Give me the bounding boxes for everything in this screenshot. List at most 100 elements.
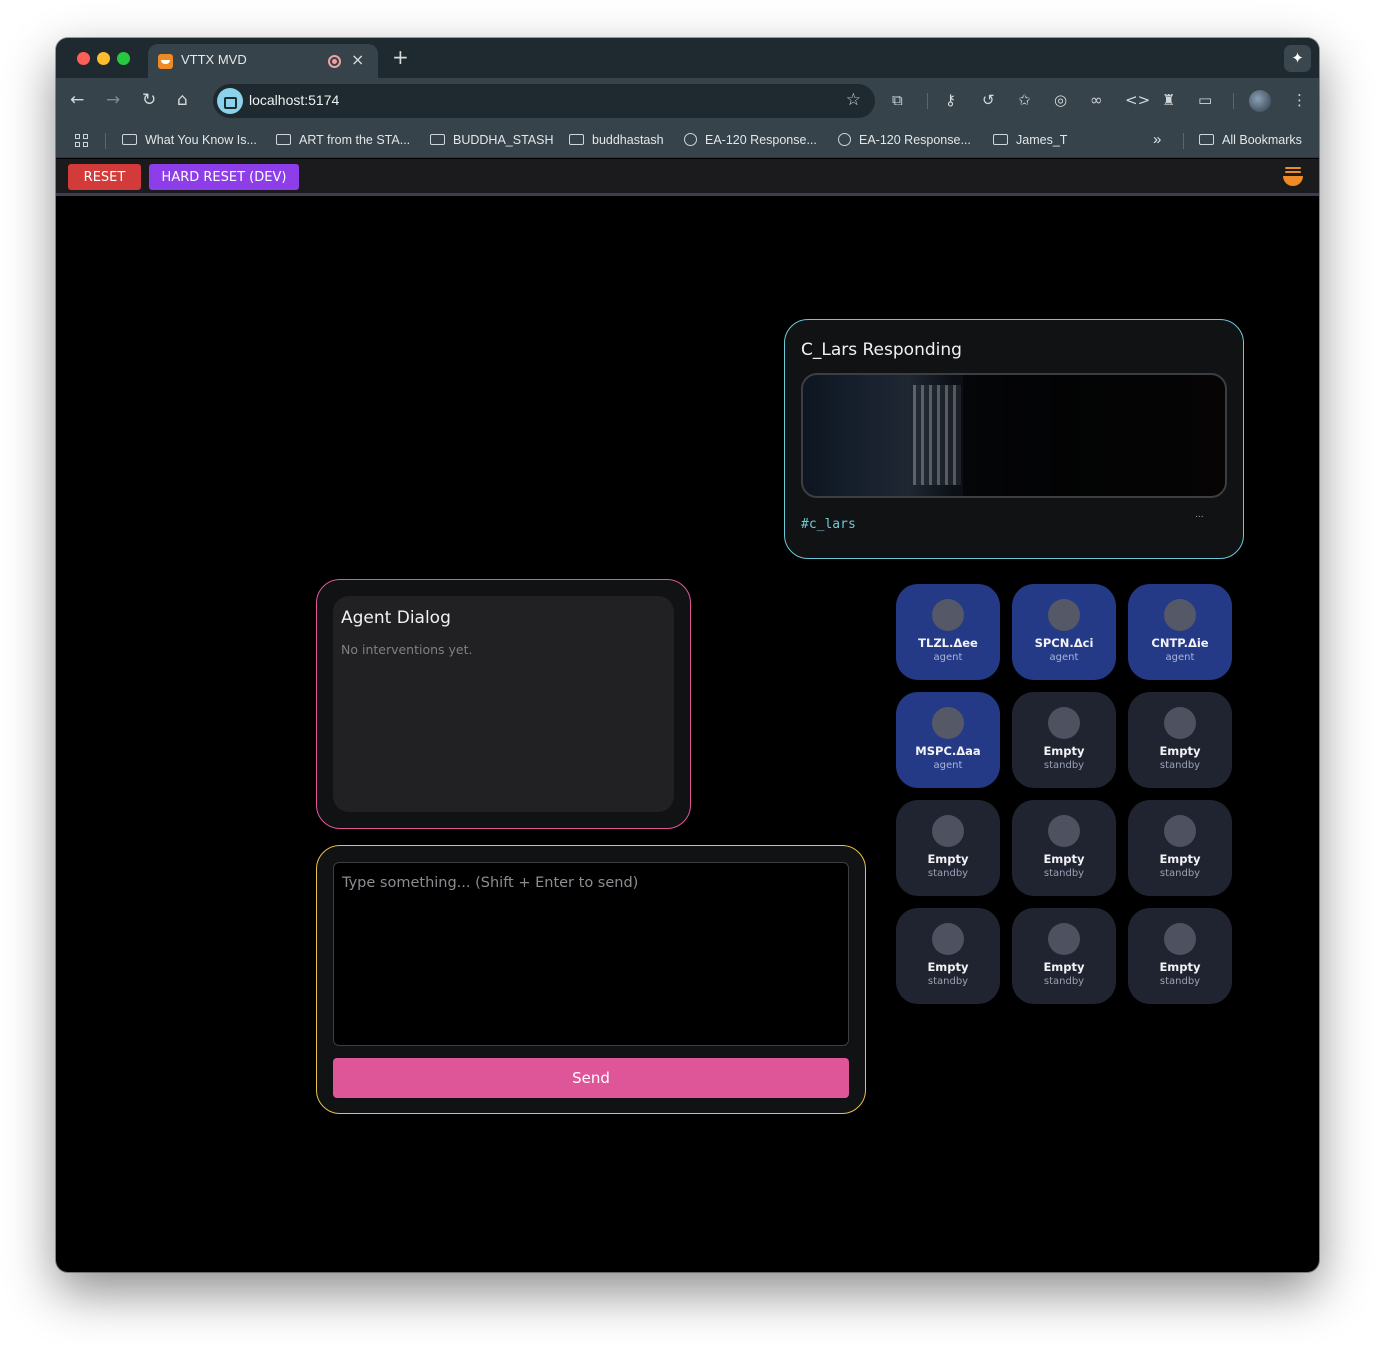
bookmark-item[interactable]: EA-120 Response... xyxy=(684,133,817,147)
menu-kebab-icon[interactable]: ⋮ xyxy=(1292,90,1307,110)
agent-slot[interactable]: Empty standby xyxy=(1128,908,1232,1004)
agent-name: Empty xyxy=(1159,852,1201,866)
hard-reset-button[interactable]: HARD RESET (DEV) xyxy=(149,164,299,190)
reset-button[interactable]: RESET xyxy=(68,164,141,190)
minimize-window-button[interactable] xyxy=(97,52,110,65)
bookmark-item[interactable]: ART from the STA... xyxy=(276,133,410,147)
bookmarks-overflow-icon[interactable]: » xyxy=(1153,131,1161,148)
extensions-puzzle-icon[interactable]: ⧉ xyxy=(892,90,903,110)
browser-toolbar: ← → ↻ ⌂ localhost:5174 ☆ ⧉ ⚷ ↺ ✩ ◎ ∞ <> … xyxy=(56,78,1319,124)
bookmark-item[interactable]: EA-120 Response... xyxy=(838,133,971,147)
agent-name: CNTP.Δie xyxy=(1151,636,1209,650)
folder-icon xyxy=(569,134,584,145)
bookmark-item[interactable]: BUDDHA_STASH xyxy=(430,133,553,147)
toolbar-divider xyxy=(1233,93,1234,109)
agent-name: MSPC.Δaa xyxy=(915,744,981,758)
agent-slot[interactable]: Empty standby xyxy=(1128,800,1232,896)
agent-name: Empty xyxy=(927,852,969,866)
agent-avatar xyxy=(1164,707,1196,739)
bookmark-star-icon[interactable]: ☆ xyxy=(846,90,861,110)
message-input[interactable] xyxy=(333,862,849,1046)
address-bar[interactable]: localhost:5174 ☆ xyxy=(213,84,875,118)
maximize-window-button[interactable] xyxy=(117,52,130,65)
toolbar-divider xyxy=(927,93,928,109)
agent-avatar xyxy=(1164,599,1196,631)
tab-vttx-mvd[interactable]: VTTX MVD × xyxy=(148,44,378,78)
agent-slot[interactable]: Empty standby xyxy=(1012,908,1116,1004)
agent-dialog-title: Agent Dialog xyxy=(341,608,451,628)
agent-avatar xyxy=(932,707,964,739)
video-feed xyxy=(801,373,1227,498)
agent-slot[interactable]: Empty standby xyxy=(1012,800,1116,896)
responding-title: C_Lars Responding xyxy=(801,340,962,360)
agent-dialog-log: Agent Dialog No interventions yet. xyxy=(333,596,674,812)
agent-slot[interactable]: CNTP.Δie agent xyxy=(1128,584,1232,680)
app-favicon-icon xyxy=(158,54,173,69)
agent-role: standby xyxy=(1159,760,1201,771)
tab-search-icon[interactable]: ▭ xyxy=(1198,90,1212,110)
code-icon[interactable]: <> xyxy=(1125,90,1150,110)
agent-role: standby xyxy=(1043,760,1085,771)
forward-arrow-icon[interactable]: → xyxy=(106,90,120,110)
agent-slot[interactable]: TLZL.Δee agent xyxy=(896,584,1000,680)
agent-dialog-panel: Agent Dialog No interventions yet. xyxy=(316,579,691,829)
browser-window: VTTX MVD × + ✦ ← → ↻ ⌂ localhost:5174 ☆ … xyxy=(56,38,1319,1272)
new-tab-button[interactable]: + xyxy=(392,45,409,69)
close-tab-icon[interactable]: × xyxy=(351,50,364,69)
home-icon[interactable]: ⌂ xyxy=(177,90,188,110)
all-bookmarks-folder[interactable]: All Bookmarks xyxy=(1199,133,1302,147)
agent-role: standby xyxy=(927,868,969,879)
reload-icon[interactable]: ↻ xyxy=(142,90,156,110)
agent-role: standby xyxy=(1159,976,1201,987)
globe-icon xyxy=(684,133,697,146)
agent-role: agent xyxy=(933,652,963,663)
agent-role: agent xyxy=(1049,652,1079,663)
agent-role: standby xyxy=(1043,976,1085,987)
agent-name: Empty xyxy=(927,960,969,974)
bookmark-item[interactable]: What You Know Is... xyxy=(122,133,257,147)
typing-indicator: ... xyxy=(1195,510,1204,520)
agent-slot-grid: TLZL.Δee agent SPCN.Δci agent CNTP.Δie agen… xyxy=(896,584,1236,1004)
agent-role: standby xyxy=(1043,868,1085,879)
agent-slot[interactable]: Empty standby xyxy=(896,800,1000,896)
folder-icon xyxy=(122,134,137,145)
send-button[interactable]: Send xyxy=(333,1058,849,1098)
agent-avatar xyxy=(1164,815,1196,847)
close-window-button[interactable] xyxy=(77,52,90,65)
agent-avatar xyxy=(1164,923,1196,955)
bookmarks-bar: What You Know Is... ART from the STA... … xyxy=(56,124,1319,158)
agent-slot[interactable]: Empty standby xyxy=(1012,692,1116,788)
agent-role: agent xyxy=(933,760,963,771)
password-key-icon[interactable]: ⚷ xyxy=(945,90,956,110)
profile-avatar[interactable] xyxy=(1249,90,1271,112)
bookmark-item[interactable]: James_T xyxy=(993,133,1067,147)
tab-title: VTTX MVD xyxy=(181,52,247,67)
link-icon[interactable]: ∞ xyxy=(1090,90,1103,110)
agent-slot[interactable]: Empty standby xyxy=(1128,692,1232,788)
screenshot-icon[interactable]: ◎ xyxy=(1054,90,1067,110)
folder-icon xyxy=(1199,134,1214,145)
agent-slot[interactable]: MSPC.Δaa agent xyxy=(896,692,1000,788)
responding-panel: C_Lars Responding #c_lars ... xyxy=(784,319,1244,559)
site-info-icon[interactable] xyxy=(217,88,243,114)
url-text[interactable]: localhost:5174 xyxy=(249,92,339,108)
incognito-icon[interactable]: ♜ xyxy=(1162,90,1175,110)
apps-grid-icon[interactable] xyxy=(75,134,89,148)
agent-slot[interactable]: Empty standby xyxy=(896,908,1000,1004)
agent-name: SPCN.Δci xyxy=(1034,636,1094,650)
agent-channel-tag[interactable]: #c_lars xyxy=(801,517,856,532)
app-header: RESET HARD RESET (DEV) xyxy=(56,159,1319,196)
agent-slot[interactable]: SPCN.Δci agent xyxy=(1012,584,1116,680)
gemini-sparkle-icon[interactable]: ✦ xyxy=(1284,45,1311,72)
globe-icon xyxy=(838,133,851,146)
agent-name: Empty xyxy=(1159,960,1201,974)
message-composer: Send xyxy=(316,845,866,1114)
agent-name: TLZL.Δee xyxy=(918,636,978,650)
bookmark-item[interactable]: buddhastash xyxy=(569,133,664,147)
tab-bar: VTTX MVD × + ✦ xyxy=(56,38,1319,78)
history-icon[interactable]: ↺ xyxy=(982,90,995,110)
agent-name: Empty xyxy=(1043,852,1085,866)
favorites-star-icon[interactable]: ✩ xyxy=(1018,90,1031,110)
back-arrow-icon[interactable]: ← xyxy=(70,90,84,110)
noodle-bowl-logo-icon xyxy=(1282,166,1304,188)
